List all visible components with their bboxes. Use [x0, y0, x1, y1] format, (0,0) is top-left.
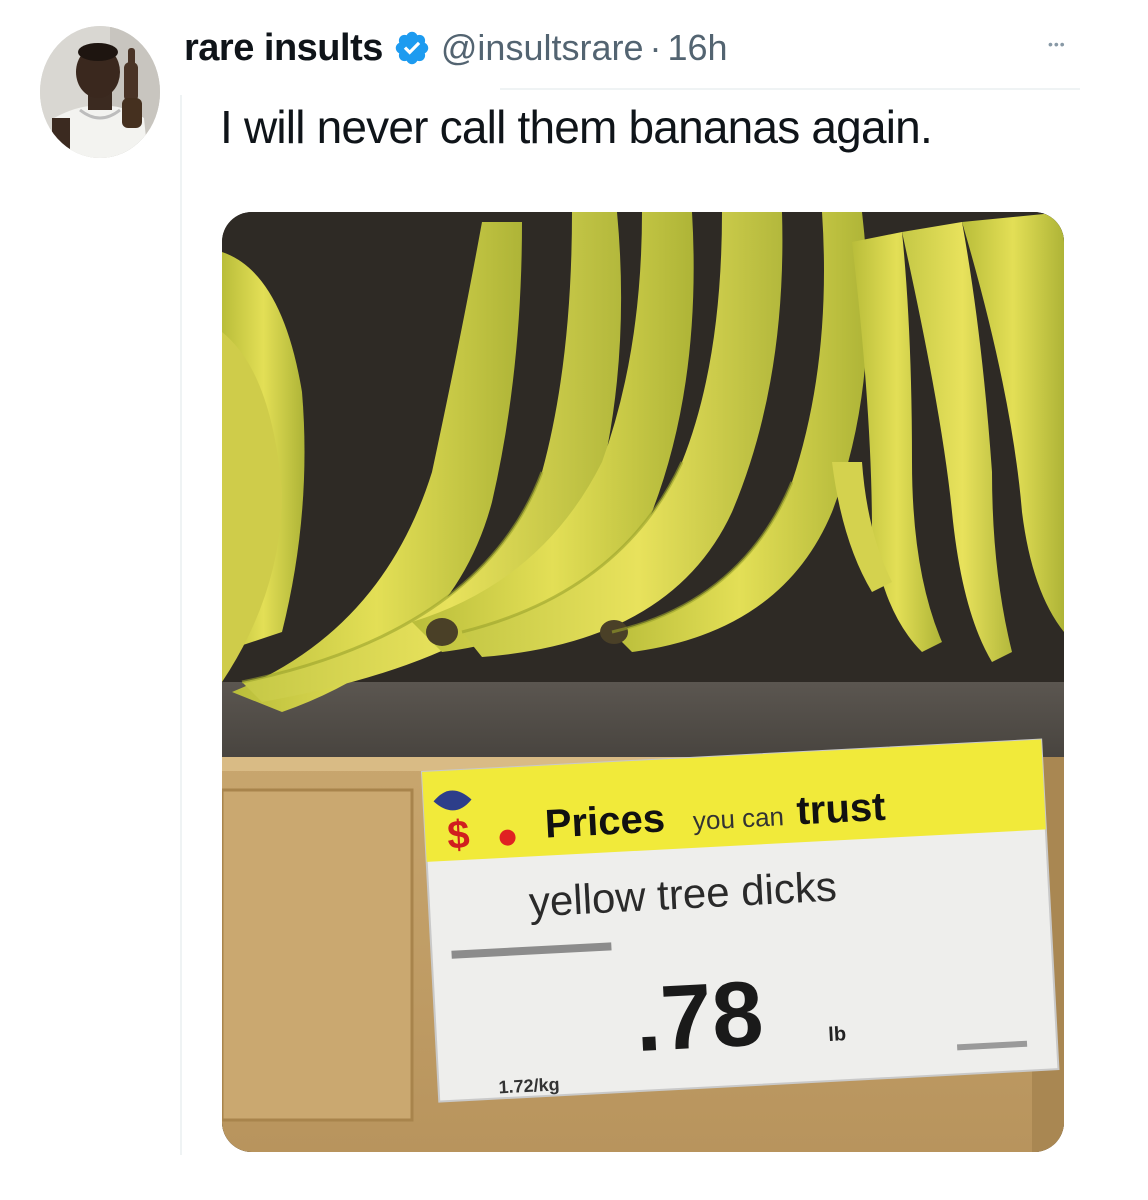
tweet-text: I will never call them bananas again. [220, 101, 933, 153]
tweet: rare insults @insultsrare · 16h ••• I wi… [0, 0, 1148, 1200]
author-handle[interactable]: @insultsrare [441, 27, 644, 69]
tweet-media[interactable]: $ Prices you can trust yellow tree dicks… [222, 212, 1064, 1152]
price-unit: lb [828, 1023, 847, 1046]
verified-badge-icon [393, 29, 431, 67]
sign-slogan-prices: Prices [544, 796, 666, 846]
unit-price: 1.72/kg [498, 1074, 560, 1097]
author-name[interactable]: rare insults [184, 27, 383, 70]
timestamp[interactable]: 16h [667, 27, 727, 69]
dollar-logo-icon: $ [446, 813, 471, 858]
tweet-header: rare insults @insultsrare · 16h [184, 20, 728, 76]
more-options-icon[interactable]: ••• [1048, 36, 1066, 52]
sign-slogan-trust: trust [795, 785, 886, 834]
price: .78 [633, 963, 766, 1072]
media-photo: $ Prices you can trust yellow tree dicks… [222, 212, 1064, 1152]
sign-slogan-you-can: you can [692, 801, 785, 836]
thread-line [180, 95, 182, 1155]
divider [500, 88, 1080, 90]
separator: · [649, 27, 662, 68]
avatar[interactable] [40, 26, 160, 158]
